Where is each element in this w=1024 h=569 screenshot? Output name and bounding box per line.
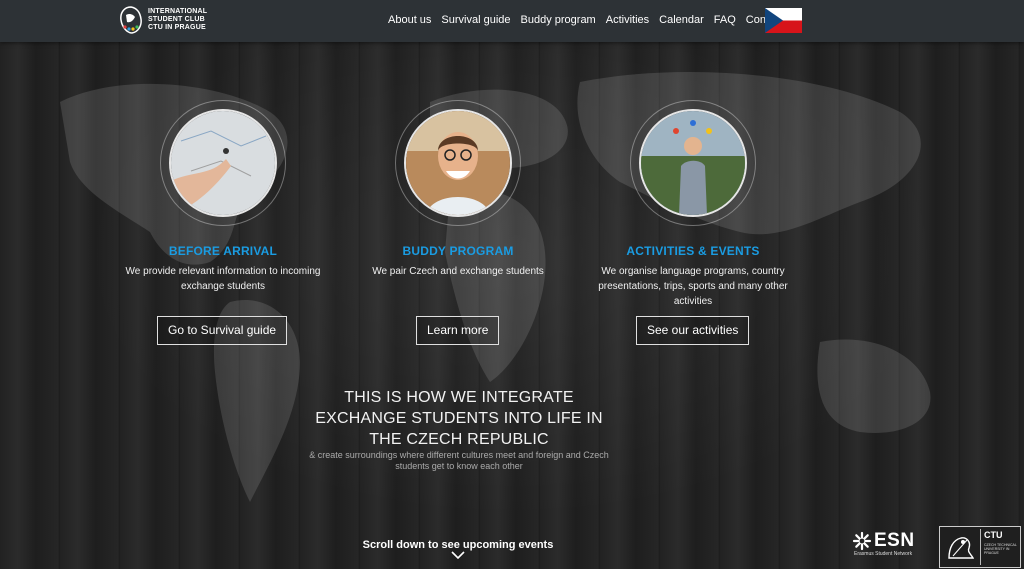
- photo-ring: [630, 100, 756, 226]
- page-headline: THIS IS HOW WE INTEGRATE EXCHANGE STUDEN…: [315, 389, 603, 448]
- scroll-down-link[interactable]: Scroll down to see upcoming events: [330, 539, 586, 551]
- nav-about-us[interactable]: About us: [388, 14, 431, 26]
- esn-subtitle: Erasmus Student Network: [854, 551, 913, 557]
- esn-star-icon: [852, 531, 872, 551]
- photo-ring: [395, 100, 521, 226]
- card-before-arrival: BEFORE ARRIVAL We provide relevant infor…: [113, 100, 333, 294]
- czech-flag-icon[interactable]: [765, 8, 802, 33]
- card-title: BEFORE ARRIVAL: [168, 244, 278, 258]
- card-title: BUDDY PROGRAM: [402, 244, 514, 258]
- buddy-photo: [404, 109, 512, 217]
- logo-text: INTERNATIONAL STUDENT CLUB CTU IN PRAGUE: [148, 8, 208, 31]
- esn-name: ESN: [874, 530, 915, 551]
- map-photo: [169, 109, 277, 217]
- nav-buddy-program[interactable]: Buddy program: [521, 14, 596, 26]
- card-description: We organise language programs, country p…: [598, 266, 788, 307]
- card-buddy-program: BUDDY PROGRAM We pair Czech and exchange…: [348, 100, 568, 279]
- main-nav: About us Survival guide Buddy program Ac…: [388, 14, 789, 26]
- survival-guide-button[interactable]: Go to Survival guide: [157, 316, 288, 345]
- ctu-logo[interactable]: CTU CZECH TECHNICAL UNIVERSITY IN PRAGUE: [939, 526, 1021, 568]
- lion-logo-icon: [120, 6, 142, 34]
- card-description: We provide relevant information to incom…: [125, 266, 321, 292]
- esn-logo[interactable]: ESN Erasmus Student Network: [852, 530, 915, 557]
- see-activities-button[interactable]: See our activities: [636, 316, 750, 345]
- card-title: ACTIVITIES & EVENTS: [626, 244, 760, 258]
- ctu-lion-icon: [948, 537, 975, 559]
- ctu-divider: [980, 529, 981, 565]
- ctu-subtitle: CZECH TECHNICAL UNIVERSITY IN PRAGUE: [984, 543, 1017, 555]
- juggler-photo: [639, 109, 747, 217]
- card-activities-events: ACTIVITIES & EVENTS We organise language…: [583, 100, 803, 309]
- nav-calendar[interactable]: Calendar: [659, 14, 704, 26]
- learn-more-button[interactable]: Learn more: [416, 316, 500, 345]
- nav-faq[interactable]: FAQ: [714, 14, 736, 26]
- ctu-name: CTU: [984, 530, 1003, 540]
- club-logo[interactable]: INTERNATIONAL STUDENT CLUB CTU IN PRAGUE: [118, 5, 207, 35]
- card-description: We pair Czech and exchange students: [372, 266, 544, 277]
- photo-ring: [160, 100, 286, 226]
- nav-activities[interactable]: Activities: [606, 14, 649, 26]
- top-navigation-bar: INTERNATIONAL STUDENT CLUB CTU IN PRAGUE…: [0, 0, 1024, 42]
- chevron-down-icon[interactable]: [451, 551, 465, 559]
- nav-survival-guide[interactable]: Survival guide: [441, 14, 510, 26]
- page-subline: & create surroundings where different cu…: [309, 450, 609, 471]
